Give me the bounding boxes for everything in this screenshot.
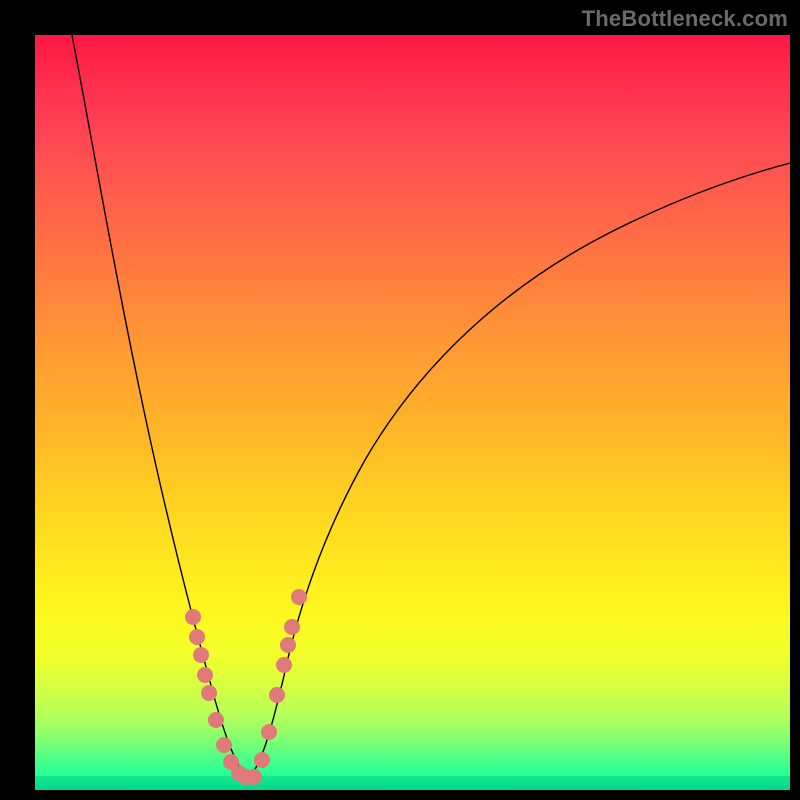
data-marker bbox=[193, 647, 209, 663]
data-marker bbox=[276, 657, 292, 673]
data-marker bbox=[201, 685, 217, 701]
data-marker bbox=[284, 619, 300, 635]
data-marker bbox=[208, 712, 224, 728]
data-marker bbox=[261, 724, 277, 740]
plot-area bbox=[35, 35, 790, 790]
data-marker bbox=[197, 667, 213, 683]
watermark-text: TheBottleneck.com bbox=[582, 6, 788, 32]
data-marker bbox=[185, 609, 201, 625]
data-marker bbox=[291, 589, 307, 605]
curve-layer bbox=[35, 35, 790, 790]
marker-group bbox=[185, 589, 307, 785]
left-curve bbox=[72, 35, 248, 778]
chart-container: TheBottleneck.com bbox=[0, 0, 800, 800]
data-marker bbox=[216, 737, 232, 753]
data-marker bbox=[280, 637, 296, 653]
data-marker bbox=[269, 687, 285, 703]
right-curve bbox=[248, 163, 790, 778]
data-marker bbox=[254, 752, 270, 768]
data-marker bbox=[189, 629, 205, 645]
data-marker bbox=[246, 769, 262, 785]
